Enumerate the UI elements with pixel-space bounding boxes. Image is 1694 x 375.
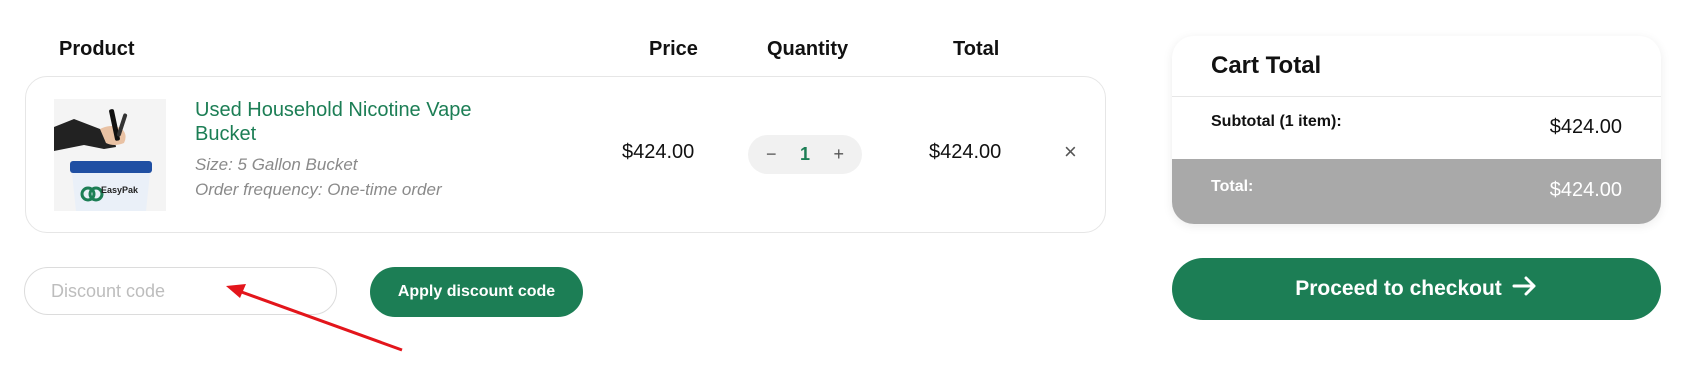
discount-code-input[interactable] [24, 267, 337, 315]
apply-discount-button[interactable]: Apply discount code [370, 267, 583, 317]
product-name-link[interactable]: Used Household Nicotine Vape Bucket [195, 98, 525, 146]
proceed-to-checkout-button[interactable]: Proceed to checkout [1172, 258, 1661, 320]
total-band: Total: $424.00 [1172, 159, 1661, 224]
item-price: $424.00 [622, 141, 695, 163]
quantity-value[interactable]: 1 [800, 144, 810, 165]
cart-page: Product Price Quantity Total EasyPak Use… [0, 0, 1694, 375]
increment-button[interactable]: + [833, 144, 844, 165]
decrement-button[interactable]: − [766, 144, 777, 165]
total-value: $424.00 [1549, 179, 1622, 201]
checkout-label: Proceed to checkout [1295, 277, 1502, 300]
header-product: Product [59, 38, 135, 60]
subtotal-value: $424.00 [1549, 116, 1622, 138]
cart-item-row: EasyPak Used Household Nicotine Vape Buc… [25, 76, 1106, 233]
arrow-right-icon [1512, 275, 1538, 303]
header-quantity: Quantity [767, 38, 849, 60]
product-size: Size: 5 Gallon Bucket [195, 155, 358, 174]
subtotal-label: Subtotal (1 item): [1211, 113, 1342, 130]
header-total: Total [953, 38, 1000, 60]
divider [1172, 96, 1661, 97]
item-total: $424.00 [929, 141, 1002, 163]
header-price: Price [649, 38, 698, 60]
cart-total-panel: Cart Total Subtotal (1 item): $424.00 To… [1172, 36, 1661, 224]
cart-total-title: Cart Total [1211, 52, 1322, 79]
remove-item-icon[interactable]: × [1064, 139, 1077, 165]
quantity-stepper: − 1 + [748, 135, 862, 174]
total-label: Total: [1211, 178, 1254, 195]
product-image-brand: EasyPak [101, 185, 139, 195]
product-order-frequency: Order frequency: One-time order [195, 180, 442, 199]
product-image[interactable]: EasyPak [54, 99, 166, 211]
